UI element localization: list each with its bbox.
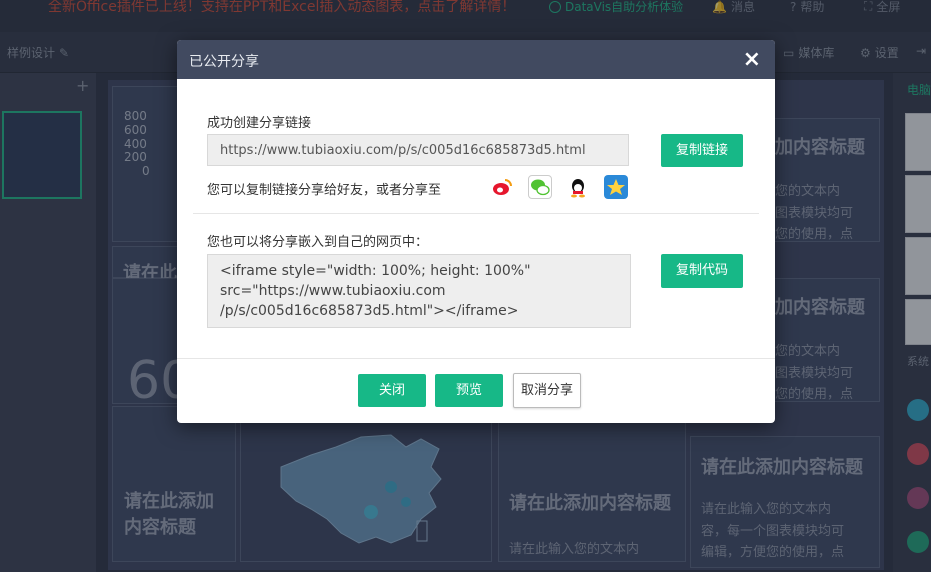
copy-link-button[interactable]: 复制链接 (661, 134, 743, 167)
dialog-header: 已公开分享 × (177, 40, 775, 79)
embed-code-field[interactable]: <iframe style="width: 100%; height: 100%… (207, 254, 631, 328)
close-icon[interactable]: × (743, 47, 761, 72)
footer-divider (177, 358, 775, 359)
section-divider (193, 213, 759, 214)
copy-code-button[interactable]: 复制代码 (661, 254, 743, 288)
qq-icon[interactable] (566, 175, 590, 199)
qzone-icon[interactable] (604, 175, 628, 199)
preview-button[interactable]: 预览 (435, 374, 503, 407)
wechat-icon[interactable] (528, 175, 552, 199)
close-button[interactable]: 关闭 (358, 374, 426, 407)
cancel-share-button[interactable]: 取消分享 (513, 373, 581, 408)
weibo-icon[interactable] (490, 175, 514, 199)
link-section-label: 成功创建分享链接 (207, 116, 312, 131)
dialog-title: 已公开分享 (189, 54, 259, 70)
share-dialog: 已公开分享 × 成功创建分享链接 https://www.tubiaoxiu.c… (177, 40, 775, 423)
share-link-field[interactable]: https://www.tubiaoxiu.com/p/s/c005d16c68… (207, 134, 629, 166)
share-to-text: 您可以复制链接分享给好友，或者分享至 (207, 183, 442, 198)
embed-section-label: 您也可以将分享嵌入到自己的网页中： (207, 235, 429, 250)
